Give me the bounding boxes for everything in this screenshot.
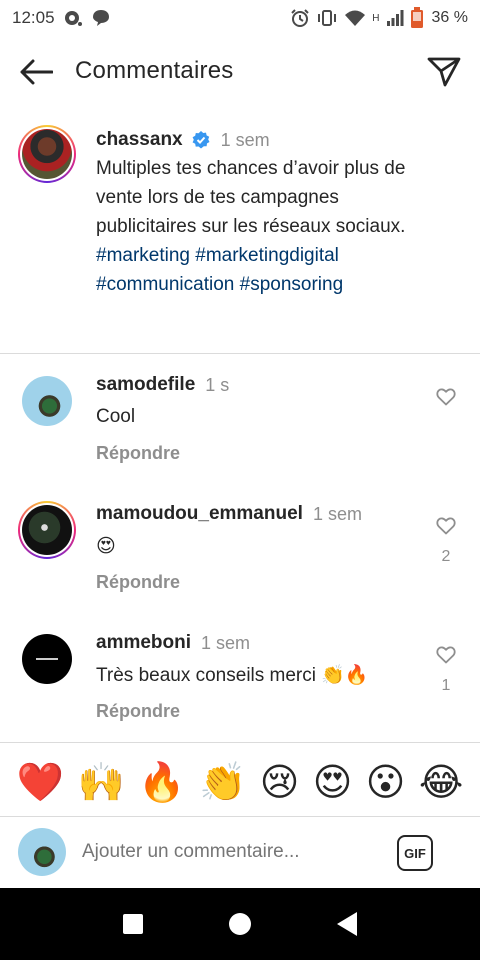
comment-input-bar: GIF xyxy=(0,816,480,888)
wifi-icon xyxy=(344,9,366,27)
divider xyxy=(0,353,480,354)
comment-avatar[interactable] xyxy=(22,376,72,426)
status-time: 12:05 xyxy=(12,8,55,27)
comment-text: 😍 xyxy=(96,535,116,557)
square-icon xyxy=(123,914,144,934)
comment-username[interactable]: ammeboni xyxy=(96,632,191,654)
reply-button[interactable]: Répondre xyxy=(96,701,369,722)
caption-hashtags-2[interactable]: #communication #sponsoring xyxy=(96,270,436,299)
emoji-raising-hands[interactable]: 🙌 xyxy=(77,763,124,801)
reply-button[interactable]: Répondre xyxy=(96,572,362,593)
recents-button[interactable] xyxy=(113,904,153,944)
notification-icon xyxy=(63,9,83,27)
circle-icon xyxy=(228,913,251,935)
emoji-surprised[interactable]: 😮 xyxy=(366,763,406,801)
like-button[interactable] xyxy=(432,517,460,540)
verified-badge-icon xyxy=(191,130,211,150)
emoji-heart[interactable]: ❤️ xyxy=(17,763,64,801)
comment-avatar[interactable] xyxy=(22,634,72,684)
emoji-heart-eyes[interactable]: 😍 xyxy=(313,763,353,801)
emoji-laughing[interactable]: 😂 xyxy=(419,763,463,801)
like-button[interactable] xyxy=(432,388,460,411)
caption-text: Multiples tes chances d’avoir plus de ve… xyxy=(96,158,406,237)
comment-username[interactable]: mamoudou_emmanuel xyxy=(96,503,303,525)
caption-username[interactable]: chassanx xyxy=(96,129,183,151)
header: Commentaires xyxy=(0,40,480,104)
emoji-clapping[interactable]: 👏 xyxy=(199,763,246,801)
divider xyxy=(0,742,480,743)
triangle-back-icon xyxy=(336,912,357,936)
share-button[interactable] xyxy=(424,54,464,90)
network-type: H xyxy=(372,12,380,24)
arrow-left-icon xyxy=(20,59,53,85)
like-button[interactable] xyxy=(432,646,460,669)
like-count: 2 xyxy=(441,548,451,565)
reply-button[interactable]: Répondre xyxy=(96,443,229,464)
status-bar: 12:05 H 36 % xyxy=(0,0,480,36)
battery-percent: 36 % xyxy=(431,9,468,26)
vibrate-icon xyxy=(316,9,338,27)
emoji-crying[interactable]: 😢 xyxy=(260,763,300,801)
back-button[interactable] xyxy=(16,54,56,90)
emoji-bar: ❤️ 🙌 🔥 👏 😢 😍 😮 😂 xyxy=(0,756,480,808)
caption-avatar[interactable] xyxy=(18,125,76,183)
system-nav-bar xyxy=(0,888,480,960)
user-avatar xyxy=(18,828,66,876)
gif-button[interactable]: GIF xyxy=(397,835,433,871)
heart-icon xyxy=(436,388,456,406)
chat-bubble-icon xyxy=(91,9,111,27)
comment-avatar[interactable] xyxy=(18,501,76,559)
home-button[interactable] xyxy=(220,904,260,944)
comment-text: Cool xyxy=(96,406,136,427)
page-title: Commentaires xyxy=(75,57,234,84)
comment-input[interactable] xyxy=(82,841,372,863)
heart-icon xyxy=(436,517,456,535)
system-back-button[interactable] xyxy=(327,904,367,944)
comment-time: 1 sem xyxy=(312,503,362,524)
battery-icon xyxy=(410,7,424,29)
caption: chassanx 1 sem Multiples tes chances d’a… xyxy=(96,126,436,299)
comment-username[interactable]: samodefile xyxy=(96,374,195,396)
signal-icon xyxy=(386,10,404,26)
comment-text: Très beaux conseils merci 👏🔥 xyxy=(96,665,369,686)
emoji-fire[interactable]: 🔥 xyxy=(138,763,185,801)
comment-time: 1 sem xyxy=(201,632,251,653)
paper-plane-icon xyxy=(427,57,461,87)
comment-time: 1 s xyxy=(205,374,230,395)
heart-icon xyxy=(436,646,456,664)
like-count: 1 xyxy=(441,677,451,694)
caption-hashtags-1[interactable]: #marketing #marketingdigital xyxy=(96,241,436,270)
caption-time: 1 sem xyxy=(220,129,270,150)
alarm-icon xyxy=(290,8,310,28)
